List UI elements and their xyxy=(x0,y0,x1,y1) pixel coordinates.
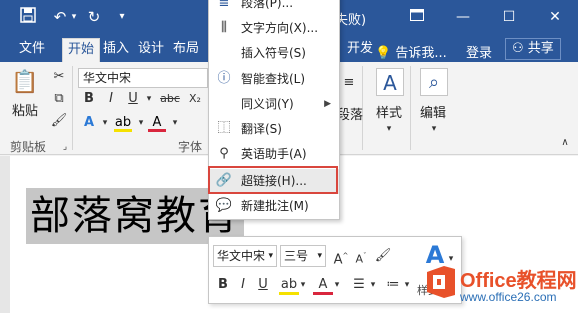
minimize-icon[interactable]: — xyxy=(440,0,486,34)
tab-layout[interactable]: 布局 xyxy=(168,38,204,62)
styles-icon[interactable]: A xyxy=(376,68,404,96)
tell-me-box[interactable]: 💡 告诉我... xyxy=(375,42,447,61)
collapse-ribbon-icon[interactable]: ∧ xyxy=(556,134,574,152)
menu-item-text-direction[interactable]: ⫼ 文字方向(X)... xyxy=(209,16,339,41)
mini-highlight-icon[interactable]: ab xyxy=(279,275,299,295)
format-painter-icon[interactable]: 🖌 xyxy=(50,112,68,130)
tab-home[interactable]: 开始 xyxy=(62,38,101,62)
watermark-title: Office教程网 xyxy=(460,270,577,292)
text-effects-dropdown-icon[interactable]: ▾ xyxy=(96,114,114,132)
underline-dropdown-icon[interactable]: ▾ xyxy=(140,90,158,108)
bullets-dropdown-icon[interactable]: ▾ xyxy=(367,275,379,295)
submenu-arrow-icon: ▶ xyxy=(324,99,331,109)
mini-font-name-field[interactable]: 华文中宋 ▾ xyxy=(213,245,277,267)
paragraph-icon: ≣ xyxy=(218,0,230,10)
bullets-icon[interactable]: ☰ xyxy=(349,275,369,295)
menu-item-insert-symbol[interactable]: 插入符号(S) xyxy=(209,41,339,66)
undo-dropdown-icon[interactable]: ▾ xyxy=(64,7,84,27)
tab-file[interactable]: 文件 xyxy=(14,38,50,62)
mini-font-size-value: 三号 xyxy=(284,249,309,263)
font-color-icon[interactable]: A xyxy=(148,114,166,132)
font-group-label: 字体 xyxy=(178,140,203,154)
menu-item-english-assistant[interactable]: ⚲ 英语助手(A) xyxy=(209,142,339,167)
mini-font-color-icon[interactable]: A xyxy=(313,275,333,295)
save-icon[interactable] xyxy=(18,7,38,27)
find-icon[interactable]: ⌕ xyxy=(420,68,448,96)
close-icon[interactable]: ✕ xyxy=(532,0,578,34)
group-divider xyxy=(410,66,411,150)
maximize-icon[interactable]: ☐ xyxy=(486,0,532,34)
line-spacing-icon[interactable]: ≡ xyxy=(340,74,358,92)
mini-bold-icon[interactable]: B xyxy=(213,275,233,295)
watermark-url: www.office26.com xyxy=(460,290,557,304)
menu-item-synonyms[interactable]: 同义词(Y) ▶ xyxy=(209,92,339,117)
copy-icon[interactable]: ⧉ xyxy=(50,90,68,108)
shrink-font-icon[interactable]: Aˇ xyxy=(351,246,371,266)
subscript-icon[interactable]: X₂ xyxy=(186,90,204,108)
menu-item-paragraph[interactable]: ≣ 段落(P)... xyxy=(209,0,339,16)
menu-item-new-comment[interactable]: 💬 新建批注(M) xyxy=(209,194,339,219)
chevron-down-icon: ▾ xyxy=(317,251,322,261)
styles-dropdown-icon[interactable]: ▾ xyxy=(380,120,398,138)
italic-icon[interactable]: I xyxy=(102,90,120,108)
tell-me-label: 告诉我... xyxy=(395,46,447,61)
grow-font-icon[interactable]: A^ xyxy=(331,246,351,267)
english-assistant-icon: ⚲ xyxy=(219,146,229,161)
paste-icon[interactable]: 📋 xyxy=(10,68,40,98)
customize-qat-icon[interactable]: ▾ xyxy=(112,7,132,27)
new-comment-icon: 💬 xyxy=(215,198,233,213)
font-color-dropdown-icon[interactable]: ▾ xyxy=(166,114,184,132)
tab-design[interactable]: 设计 xyxy=(133,38,169,62)
paste-label[interactable]: 粘贴 xyxy=(12,100,38,119)
strikethrough-icon[interactable]: abc xyxy=(158,90,182,108)
group-divider xyxy=(72,66,73,150)
highlight-color-icon[interactable]: ab xyxy=(114,114,132,132)
share-button[interactable]: ⚇ 共享 xyxy=(505,38,561,60)
editing-label[interactable]: 编辑 xyxy=(420,102,446,121)
numbering-dropdown-icon[interactable]: ▾ xyxy=(401,275,413,295)
tab-insert[interactable]: 插入 xyxy=(98,38,134,62)
mini-font-name-value: 华文中宋 xyxy=(217,249,266,263)
styles-label[interactable]: 样式 xyxy=(376,102,402,121)
clipboard-group-label: 剪贴板 xyxy=(10,140,47,154)
cut-icon[interactable]: ✂ xyxy=(50,68,68,86)
paragraph-group-label: 段落 xyxy=(337,108,364,123)
login-link[interactable]: 登录 xyxy=(466,42,492,61)
hyperlink-highlight-frame xyxy=(208,166,338,194)
smart-lookup-icon: ⓘ xyxy=(217,71,231,86)
lightbulb-icon: 💡 xyxy=(375,46,392,61)
share-label: 共享 xyxy=(527,41,554,56)
ribbon-display-options-icon[interactable] xyxy=(394,0,440,34)
menu-item-smart-lookup[interactable]: ⓘ 智能查找(L) xyxy=(209,67,339,92)
mini-highlight-dropdown-icon[interactable]: ▾ xyxy=(297,275,309,295)
menu-item-translate[interactable]: ⿰ 翻译(S) xyxy=(209,117,339,142)
tab-developer[interactable]: 开发 xyxy=(342,38,378,62)
chevron-down-icon: ▾ xyxy=(268,251,273,261)
office-logo-icon xyxy=(427,266,455,298)
bold-icon[interactable]: B xyxy=(80,90,98,108)
mini-font-size-field[interactable]: 三号 ▾ xyxy=(280,245,326,267)
text-direction-icon: ⫼ xyxy=(221,20,227,35)
mini-font-color-dropdown-icon[interactable]: ▾ xyxy=(331,275,343,295)
translate-icon: ⿰ xyxy=(217,121,231,136)
person-icon: ⚇ xyxy=(512,41,524,56)
editing-dropdown-icon[interactable]: ▾ xyxy=(425,120,443,138)
format-painter-icon[interactable]: 🖌 xyxy=(373,246,393,266)
numbering-icon[interactable]: ≔ xyxy=(383,275,403,295)
mini-underline-icon[interactable]: U xyxy=(253,275,273,295)
redo-icon[interactable]: ↻ xyxy=(84,7,104,27)
font-name-field[interactable]: 华文中宋 xyxy=(78,68,208,88)
mini-italic-icon[interactable]: I xyxy=(233,275,253,295)
